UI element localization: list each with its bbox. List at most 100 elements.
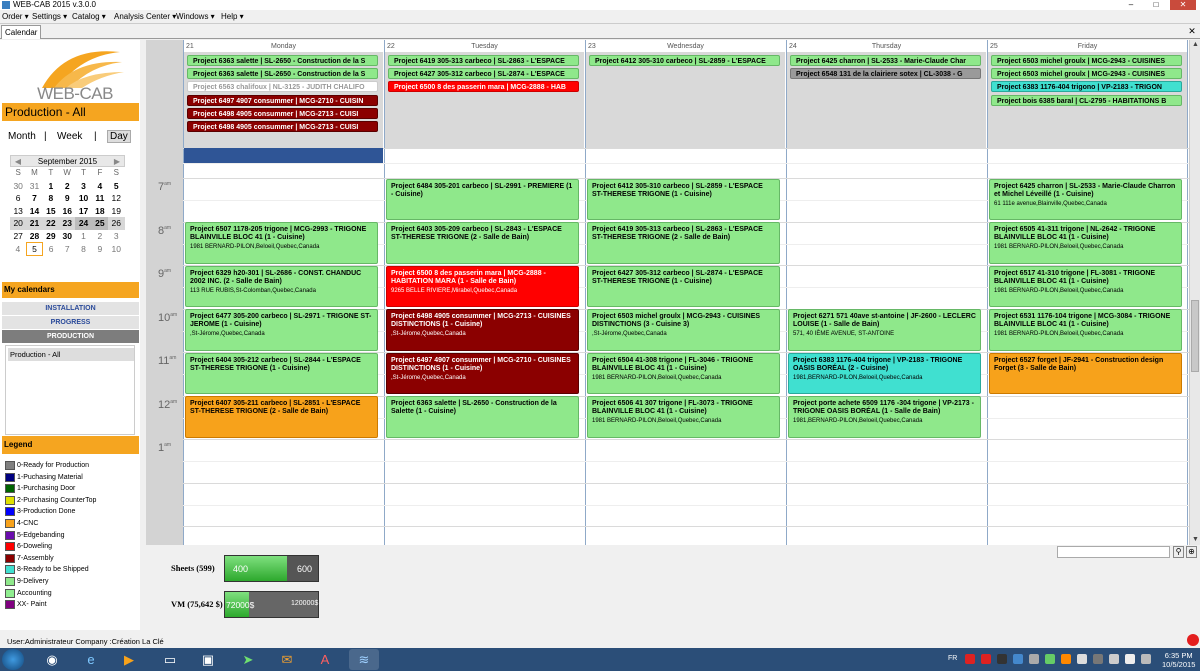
- mini-day[interactable]: 26: [108, 217, 125, 230]
- all-day-event[interactable]: Project 6503 michel groulx | MCG-2943 - …: [991, 68, 1182, 80]
- tray-icon[interactable]: [1061, 654, 1071, 664]
- mini-day[interactable]: 8: [75, 242, 91, 255]
- all-day-event[interactable]: Project 6497 4907 consummer | MCG-2710 -…: [187, 94, 378, 106]
- mini-day[interactable]: 30: [10, 180, 26, 193]
- scroll-up-icon[interactable]: ▲: [1190, 40, 1200, 50]
- calendar-event[interactable]: Project 6527 forget | JF-2941 - Construc…: [989, 352, 1182, 394]
- mini-day[interactable]: 5: [108, 180, 124, 193]
- minimize-icon[interactable]: –: [1118, 0, 1144, 10]
- tray-icon[interactable]: [997, 654, 1007, 664]
- mini-day[interactable]: 23: [59, 217, 76, 230]
- chrome-icon[interactable]: ◉: [37, 649, 67, 670]
- calendar-event[interactable]: Project 6531 1176-104 trigone | MCG-3084…: [989, 309, 1182, 351]
- mini-day[interactable]: 2: [92, 230, 108, 243]
- day-view-button[interactable]: Day: [107, 130, 131, 143]
- mini-day[interactable]: 22: [42, 217, 60, 230]
- file-explorer-icon[interactable]: ▭: [155, 649, 185, 670]
- mini-day[interactable]: 11: [92, 192, 108, 205]
- zoom-icon[interactable]: ⊕: [1186, 546, 1197, 558]
- webcab-taskbar-icon[interactable]: ≋: [349, 649, 379, 670]
- mini-day[interactable]: 1: [75, 230, 91, 243]
- all-day-event[interactable]: Project 6548 131 de la clairiere sotex |…: [790, 68, 981, 80]
- day-header[interactable]: 23 Wednesday: [586, 42, 785, 52]
- mini-day[interactable]: 6: [43, 242, 59, 255]
- record-indicator-icon[interactable]: [1187, 634, 1199, 646]
- mini-day[interactable]: 13: [10, 205, 26, 218]
- all-day-event[interactable]: Project 6498 4905 consummer | MCG-2713 -…: [187, 121, 378, 132]
- mini-day[interactable]: 20: [10, 217, 27, 230]
- mini-day[interactable]: 21: [26, 217, 43, 230]
- calendar-event[interactable]: Project 6506 41 307 trigone | FL-3073 - …: [587, 396, 780, 438]
- maximize-icon[interactable]: □: [1143, 0, 1169, 10]
- tray-icon[interactable]: [1093, 654, 1103, 664]
- tray-icon[interactable]: [1029, 654, 1039, 664]
- mini-day[interactable]: 1: [43, 180, 59, 193]
- mini-day[interactable]: 10: [108, 242, 124, 255]
- calendar-event[interactable]: Project 6425 charron | SL-2533 - Marie-C…: [989, 178, 1182, 220]
- mini-day[interactable]: 4: [92, 180, 108, 193]
- calendar-event[interactable]: Project 6403 305-209 carbeco | SL-2843 -…: [386, 222, 579, 264]
- mini-day[interactable]: 2: [59, 180, 75, 193]
- scroll-down-icon[interactable]: ▼: [1190, 535, 1200, 545]
- calendar-event[interactable]: Project 6271 571 40ave st-antoine | JF-2…: [788, 309, 981, 351]
- calendar-event[interactable]: Project 6507 1178-205 trigone | MCG-2993…: [185, 222, 378, 264]
- mini-day[interactable]: 17: [75, 205, 91, 218]
- tray-icon[interactable]: [965, 654, 975, 664]
- tray-icon[interactable]: [1077, 654, 1087, 664]
- mini-day[interactable]: 24: [75, 217, 92, 230]
- month-view-button[interactable]: Month: [8, 131, 36, 142]
- mini-day[interactable]: 15: [43, 205, 59, 218]
- calendar-event[interactable]: Project 6427 305-312 carbeco | SL-2874 -…: [587, 265, 780, 307]
- tray-icon[interactable]: [1013, 654, 1023, 664]
- menu-catalog[interactable]: Catalog ▾: [70, 11, 108, 23]
- menu-settings[interactable]: Settings ▾: [30, 11, 69, 23]
- calendar-event[interactable]: Project 6404 305-212 carbeco | SL-2844 -…: [185, 352, 378, 394]
- day-header[interactable]: 24 Thursday: [787, 42, 986, 52]
- mini-day[interactable]: 27: [10, 230, 26, 243]
- close-tab-icon[interactable]: ✕: [1186, 25, 1198, 37]
- start-button-icon[interactable]: [2, 649, 24, 670]
- tray-icon[interactable]: [1045, 654, 1055, 664]
- transfer-app-icon[interactable]: ➤: [233, 649, 263, 670]
- mini-day[interactable]: 3: [75, 180, 91, 193]
- mini-day[interactable]: 28: [26, 230, 42, 243]
- mini-day[interactable]: 9: [59, 192, 75, 205]
- search-icon[interactable]: ⚲: [1173, 546, 1184, 558]
- calendar-event[interactable]: Project 6329 h20-301 | SL-2686 - CONST. …: [185, 265, 378, 307]
- menu-windows[interactable]: Windows ▾: [174, 11, 217, 23]
- internet-explorer-icon[interactable]: e: [76, 649, 106, 670]
- mini-day[interactable]: 3: [108, 230, 124, 243]
- calendar-event[interactable]: Project 6500 8 des passerin mara | MCG-2…: [386, 265, 579, 307]
- menu-order[interactable]: Order ▾: [0, 11, 31, 23]
- day-header[interactable]: 25 Friday: [988, 42, 1187, 52]
- mini-day[interactable]: 8: [43, 192, 59, 205]
- mini-day[interactable]: 19: [108, 205, 124, 218]
- all-day-event[interactable]: Project 6500 8 des passerin mara | MCG-2…: [388, 81, 579, 93]
- week-view-button[interactable]: Week: [57, 131, 82, 142]
- language-indicator[interactable]: FR: [948, 655, 957, 662]
- menu-help[interactable]: Help ▾: [219, 11, 246, 23]
- mini-day[interactable]: 31: [26, 180, 42, 193]
- calendar-list-item[interactable]: Production - All: [8, 348, 134, 361]
- all-day-event[interactable]: Project 6425 charron | SL-2533 - Marie-C…: [790, 55, 981, 66]
- mini-day[interactable]: 10: [75, 192, 91, 205]
- all-day-event[interactable]: Project 6419 305-313 carbeco | SL-2863 -…: [388, 55, 579, 66]
- mini-day[interactable]: 7: [59, 242, 75, 255]
- close-icon[interactable]: ✕: [1170, 0, 1196, 10]
- calendar-event[interactable]: Project porte achete 6509 1176 -304 trig…: [788, 396, 981, 438]
- mini-day[interactable]: 4: [10, 242, 26, 255]
- installation-calendar-button[interactable]: INSTALLATION: [2, 302, 139, 315]
- all-day-area[interactable]: [586, 52, 785, 148]
- calendar-event[interactable]: Project 6477 305-200 carbeco | SL-2971 -…: [185, 309, 378, 351]
- all-day-event[interactable]: Project 6363 salette | SL-2650 - Constru…: [187, 55, 378, 66]
- mini-day[interactable]: 7: [26, 192, 42, 205]
- calendar-event[interactable]: Project 6407 305-211 carbeco | SL-2851 -…: [185, 396, 378, 438]
- all-day-event[interactable]: Project 6412 305-310 carbeco | SL-2859 -…: [589, 55, 780, 66]
- calendar-event[interactable]: Project 6504 41-308 trigone | FL-3046 - …: [587, 352, 780, 394]
- tray-icon[interactable]: [981, 654, 991, 664]
- mini-day[interactable]: 29: [43, 230, 59, 243]
- calendar-event[interactable]: Project 6503 michel groulx | MCG-2943 - …: [587, 309, 780, 351]
- menu-analysis-center[interactable]: Analysis Center ▾: [112, 11, 178, 23]
- calendar-scrollbar[interactable]: ▲ ▼: [1189, 40, 1200, 545]
- all-day-event[interactable]: Project 6563 chalifoux | NL-3125 - JUDIT…: [187, 81, 378, 93]
